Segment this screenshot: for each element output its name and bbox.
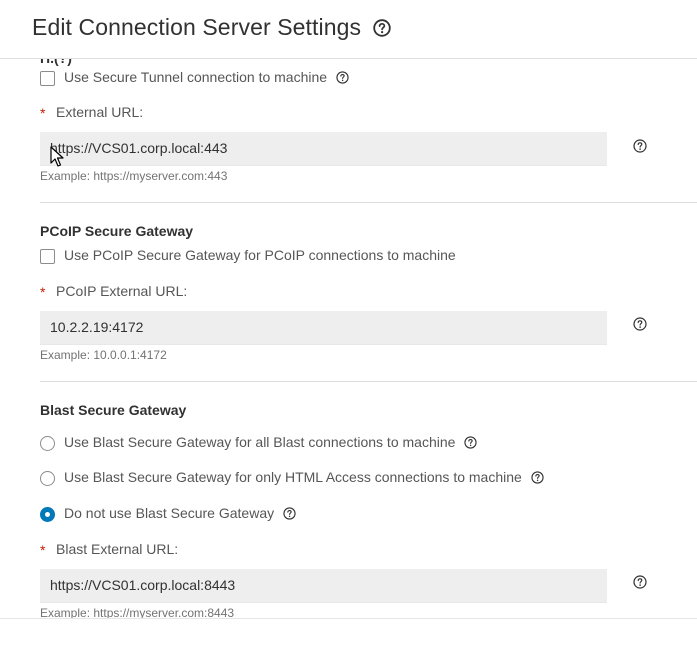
- pcoip-url-example: Example: 10.0.0.1:4172: [40, 348, 167, 362]
- blast-none-radio[interactable]: [40, 507, 55, 522]
- blast-url-label: Blast External URL:: [56, 541, 179, 557]
- help-circle-icon[interactable]: [633, 317, 647, 331]
- secure-tunnel-option[interactable]: Use Secure Tunnel connection to machine: [64, 69, 349, 85]
- secure-tunnel-checkbox[interactable]: [40, 71, 55, 86]
- help-circle-icon[interactable]: [336, 71, 349, 84]
- external-url-label: External URL:: [56, 104, 144, 120]
- blast-html-option[interactable]: Use Blast Secure Gateway for only HTML A…: [64, 469, 544, 485]
- section-divider: [40, 381, 697, 382]
- help-circle-icon[interactable]: [633, 139, 647, 153]
- dialog-header: Edit Connection Server Settings: [0, 0, 697, 59]
- help-circle-icon[interactable]: [531, 471, 544, 484]
- blast-none-option[interactable]: Do not use Blast Secure Gateway: [64, 505, 296, 521]
- pcoip-option-label[interactable]: Use PCoIP Secure Gateway for PCoIP conne…: [64, 247, 456, 263]
- blast-all-option[interactable]: Use Blast Secure Gateway for all Blast c…: [64, 434, 477, 450]
- blast-none-label: Do not use Blast Secure Gateway: [64, 505, 275, 521]
- mouse-pointer-icon: [50, 146, 64, 167]
- help-circle-icon[interactable]: [283, 507, 296, 520]
- blast-all-label: Use Blast Secure Gateway for all Blast c…: [64, 434, 456, 450]
- help-circle-icon[interactable]: [464, 436, 477, 449]
- pcoip-checkbox[interactable]: [40, 249, 55, 264]
- dialog-footer-edge: [0, 618, 697, 645]
- blast-html-label: Use Blast Secure Gateway for only HTML A…: [64, 469, 522, 485]
- help-circle-icon[interactable]: [633, 575, 647, 589]
- required-marker: *: [40, 542, 46, 558]
- pcoip-heading: PCoIP Secure Gateway: [40, 223, 194, 239]
- pcoip-url-input[interactable]: 10.2.2.19:4172: [40, 311, 607, 345]
- secure-tunnel-label: Use Secure Tunnel connection to machine: [64, 69, 328, 85]
- clipped-section-heading: H.(?): [40, 58, 72, 66]
- blast-heading: Blast Secure Gateway: [40, 402, 187, 418]
- required-marker: *: [40, 105, 46, 121]
- section-divider: [40, 202, 697, 203]
- dialog-body: H.(?) Use Secure Tunnel connection to ma…: [0, 58, 697, 618]
- blast-url-example: Example: https://myserver.com:8443: [40, 606, 235, 618]
- blast-html-radio[interactable]: [40, 471, 55, 486]
- dialog-title: Edit Connection Server Settings: [32, 14, 362, 40]
- blast-url-input[interactable]: https://VCS01.corp.local:8443: [40, 569, 607, 603]
- external-url-input[interactable]: https://VCS01.corp.local:443: [40, 132, 607, 166]
- title-help-icon[interactable]: [373, 19, 391, 37]
- external-url-example: Example: https://myserver.com:443: [40, 169, 228, 183]
- blast-all-radio[interactable]: [40, 436, 55, 451]
- required-marker: *: [40, 284, 46, 300]
- pcoip-url-label: PCoIP External URL:: [56, 283, 188, 299]
